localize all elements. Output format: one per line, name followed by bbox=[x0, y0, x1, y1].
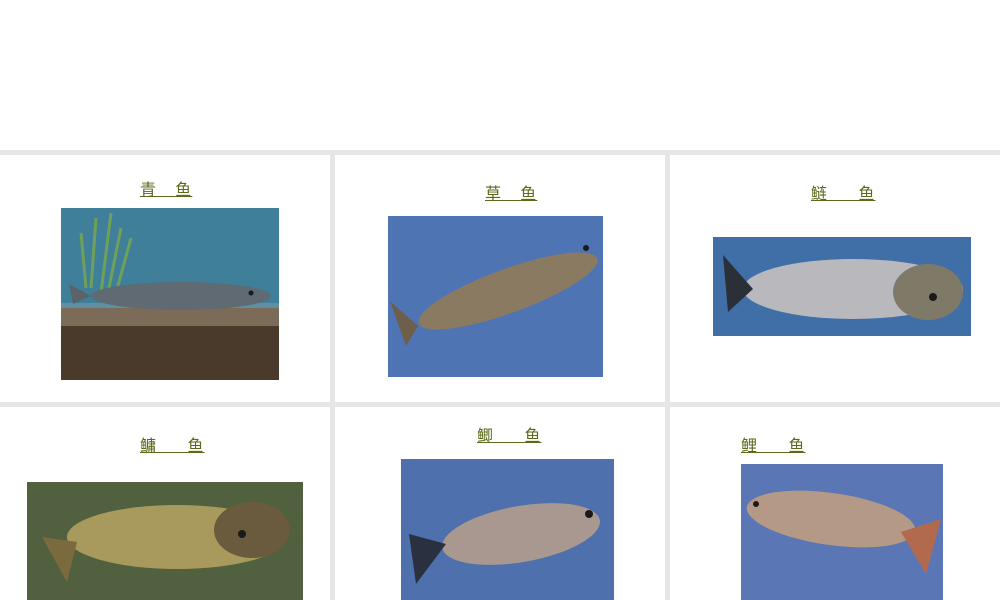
fish-name-char: 草 bbox=[485, 184, 503, 203]
fish-card-common-carp: 鲤 鱼 bbox=[670, 407, 1000, 600]
crucian-carp-photo bbox=[401, 459, 614, 600]
fish-name-label: 草 鱼 bbox=[485, 180, 537, 204]
header-blank bbox=[0, 0, 1000, 150]
grass-carp-photo bbox=[388, 216, 603, 377]
fish-name-label: 鲢 鱼 bbox=[811, 180, 875, 204]
fish-name-char: 鲤 bbox=[741, 436, 759, 455]
fish-name-char: 鱼 bbox=[524, 426, 542, 445]
bighead-carp-photo bbox=[27, 482, 303, 600]
fish-name-char: 青 bbox=[140, 180, 158, 199]
silver-carp-photo bbox=[713, 237, 971, 336]
fish-name-char: 鲫 bbox=[477, 426, 495, 445]
fish-card-silver-carp: 鲢 鱼 bbox=[670, 155, 1000, 402]
black-carp-photo bbox=[61, 208, 279, 380]
fish-name-char: 鳙 bbox=[140, 436, 158, 455]
fish-card-grass-carp: 草 鱼 bbox=[335, 155, 665, 402]
fish-name-char: 鲢 bbox=[811, 184, 829, 203]
fish-name-char: 鱼 bbox=[788, 436, 806, 455]
fish-name-label: 鲤 鱼 bbox=[741, 432, 805, 456]
fish-name-label: 鳙 鱼 bbox=[140, 432, 204, 456]
fish-name-char: 鱼 bbox=[858, 184, 876, 203]
fish-name-char: 鱼 bbox=[175, 180, 193, 199]
fish-card-bighead-carp: 鳙 鱼 bbox=[0, 407, 330, 600]
fish-name-char: 鱼 bbox=[520, 184, 538, 203]
fish-card-black-carp: 青 鱼 bbox=[0, 155, 330, 402]
fish-name-char: 鱼 bbox=[187, 436, 205, 455]
fish-name-label: 青 鱼 bbox=[140, 176, 192, 200]
fish-card-crucian-carp: 鲫 鱼 bbox=[335, 407, 665, 600]
common-carp-photo bbox=[741, 464, 943, 600]
fish-name-label: 鲫 鱼 bbox=[477, 422, 541, 446]
